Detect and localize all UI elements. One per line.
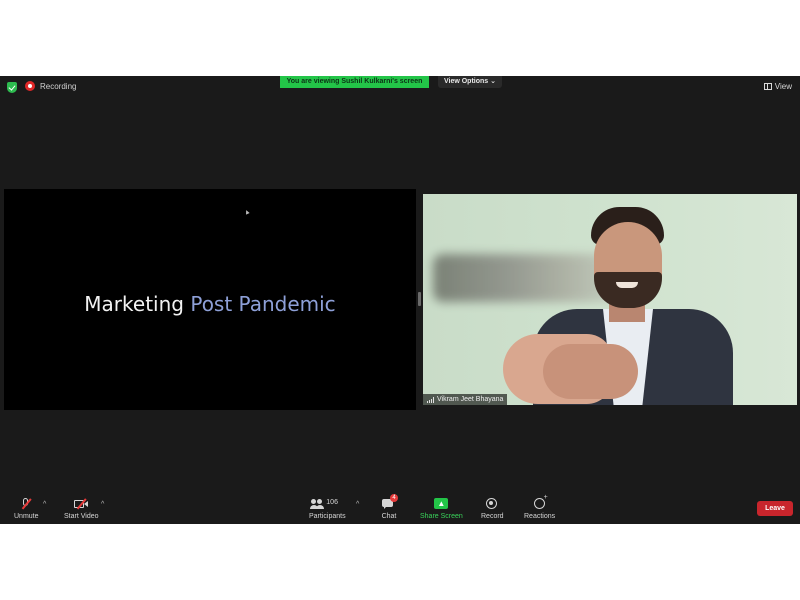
participants-options-chevron-icon[interactable]: ^ xyxy=(356,501,359,508)
unmute-button[interactable]: Unmute xyxy=(14,498,39,520)
participant-name-tag: Vikram Jeet Bhayana xyxy=(423,394,508,405)
shared-screen: Marketing Post Pandemic xyxy=(4,189,416,410)
participants-label: Participants xyxy=(309,513,346,520)
top-bar: Recording You are viewing Sushil Kulkarn… xyxy=(0,76,800,98)
slide-title: Marketing Post Pandemic xyxy=(4,292,416,316)
chat-label: Chat xyxy=(381,513,397,520)
audio-options-chevron-icon[interactable]: ^ xyxy=(43,501,46,508)
slide-title-main: Marketing xyxy=(84,292,184,316)
mic-muted-icon xyxy=(18,498,34,510)
record-icon xyxy=(25,81,35,91)
start-video-label: Start Video xyxy=(64,513,99,520)
video-options-chevron-icon[interactable]: ^ xyxy=(101,501,104,508)
split-view-handle[interactable] xyxy=(418,292,421,306)
participant-name: Vikram Jeet Bhayana xyxy=(437,396,504,403)
record-label: Record xyxy=(481,513,504,520)
recording-indicator[interactable]: Recording xyxy=(25,81,76,91)
slide-title-accent: Post Pandemic xyxy=(190,292,336,316)
leave-button[interactable]: Leave xyxy=(757,501,793,516)
person-hands-front xyxy=(543,344,638,399)
reactions-button[interactable]: Reactions xyxy=(524,494,556,520)
view-label: View xyxy=(774,82,792,91)
reactions-label: Reactions xyxy=(524,513,556,520)
person-beard xyxy=(594,272,662,308)
participant-video[interactable]: Vikram Jeet Bhayana xyxy=(423,194,797,405)
view-options-button[interactable]: View Options ⌄ xyxy=(438,76,502,88)
reactions-icon xyxy=(532,494,548,510)
chat-button[interactable]: 4 Chat xyxy=(381,494,398,520)
video-off-icon xyxy=(73,498,89,510)
chevron-down-icon: ⌄ xyxy=(490,78,497,85)
view-options-label: View Options xyxy=(443,78,489,85)
shield-check-icon[interactable] xyxy=(7,82,17,93)
chat-icon: 4 xyxy=(381,494,398,510)
signal-icon xyxy=(427,396,434,403)
meeting-toolbar: Unmute ^ Start Video ^ 106 Participants … xyxy=(0,494,800,524)
start-video-button[interactable]: Start Video xyxy=(64,498,99,520)
share-screen-button[interactable]: Share Screen xyxy=(420,498,463,520)
person-smile xyxy=(616,282,638,288)
viewing-screen-banner: You are viewing Sushil Kulkarni's screen xyxy=(280,76,429,88)
unmute-label: Unmute xyxy=(14,513,39,520)
grid-view-icon xyxy=(763,83,772,90)
participants-button[interactable]: 106 Participants xyxy=(309,498,346,520)
participants-count: 106 xyxy=(326,499,338,506)
view-button[interactable]: View xyxy=(763,82,792,91)
zoom-meeting-window: Recording You are viewing Sushil Kulkarn… xyxy=(0,76,800,524)
recording-label: Recording xyxy=(40,81,77,91)
participants-icon: 106 xyxy=(309,498,345,510)
chat-badge: 4 xyxy=(390,494,398,502)
record-button[interactable]: Record xyxy=(481,498,504,520)
record-button-icon xyxy=(484,498,500,510)
share-screen-icon xyxy=(433,498,449,510)
mouse-cursor-icon xyxy=(244,209,250,215)
share-screen-label: Share Screen xyxy=(420,513,463,520)
